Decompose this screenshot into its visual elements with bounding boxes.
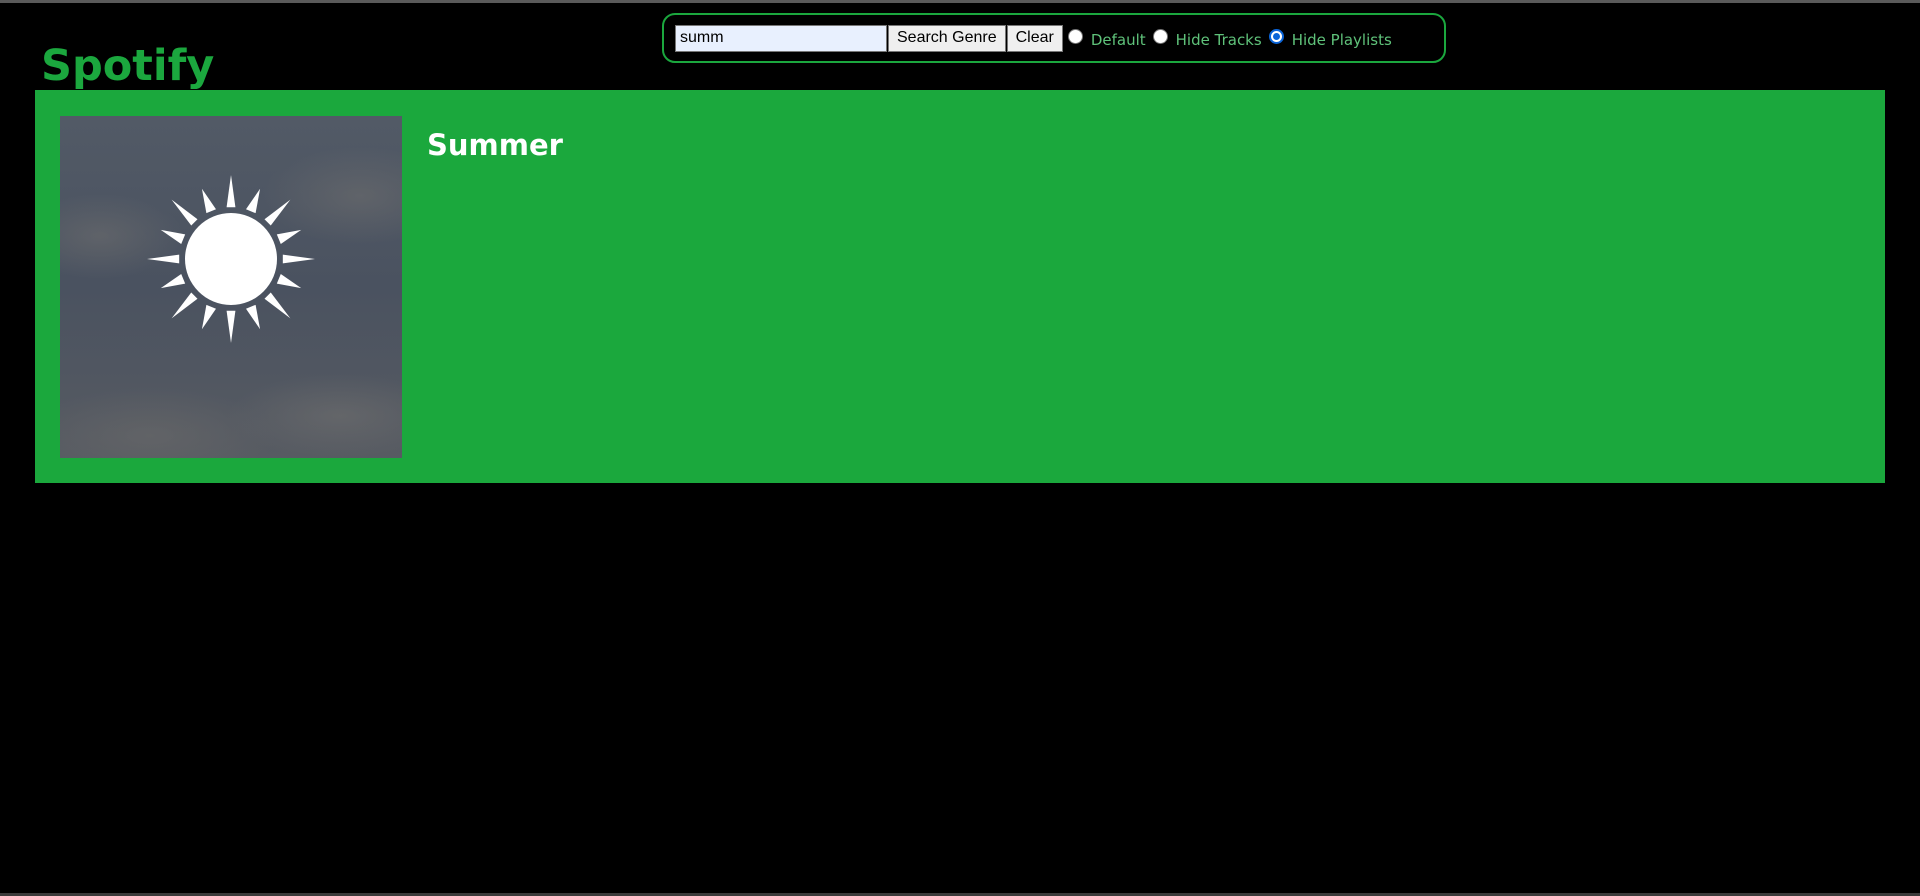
sun-ray bbox=[160, 229, 186, 244]
results-panel: Summer bbox=[35, 90, 1885, 483]
radio-option-hide-tracks[interactable]: Hide Tracks bbox=[1152, 28, 1262, 49]
sun-ray bbox=[246, 188, 261, 214]
radio-option-default[interactable]: Default bbox=[1067, 28, 1146, 49]
radio-default[interactable] bbox=[1067, 28, 1083, 44]
sun-ray bbox=[226, 175, 236, 208]
sun-ray bbox=[246, 304, 261, 330]
radio-label-hide-playlists: Hide Playlists bbox=[1291, 31, 1392, 49]
sun-ray bbox=[160, 274, 186, 289]
radio-label-default: Default bbox=[1090, 31, 1146, 49]
sun-ray bbox=[147, 254, 180, 264]
sun-icon bbox=[147, 175, 315, 343]
genre-cover-image[interactable] bbox=[60, 116, 402, 458]
sun-ray bbox=[171, 199, 198, 226]
view-filter-radio-group: Default Hide Tracks Hide Playlists bbox=[1067, 28, 1399, 49]
radio-hide-tracks[interactable] bbox=[1152, 28, 1168, 44]
app-title: Spotify bbox=[41, 41, 215, 91]
sun-ray bbox=[276, 274, 302, 289]
sun-ray bbox=[201, 188, 216, 214]
sun-ray bbox=[201, 304, 216, 330]
radio-label-hide-tracks: Hide Tracks bbox=[1175, 31, 1262, 49]
search-input[interactable] bbox=[675, 24, 887, 52]
sun-ray bbox=[171, 292, 198, 319]
sun-ray bbox=[282, 254, 315, 264]
radio-option-hide-playlists[interactable]: Hide Playlists bbox=[1268, 28, 1392, 49]
sun-ray bbox=[264, 292, 291, 319]
sun-ray bbox=[276, 229, 302, 244]
window-top-edge bbox=[0, 0, 1920, 3]
genre-title: Summer bbox=[427, 128, 563, 162]
search-controls: Search Genre Clear Default Hide Tracks H… bbox=[662, 13, 1446, 63]
radio-hide-playlists[interactable] bbox=[1268, 28, 1284, 44]
sun-ray bbox=[226, 310, 236, 343]
search-genre-button[interactable]: Search Genre bbox=[888, 24, 1006, 52]
sun-ray bbox=[264, 199, 291, 226]
clear-button[interactable]: Clear bbox=[1006, 24, 1063, 52]
genre-card[interactable]: Summer bbox=[35, 90, 1885, 483]
